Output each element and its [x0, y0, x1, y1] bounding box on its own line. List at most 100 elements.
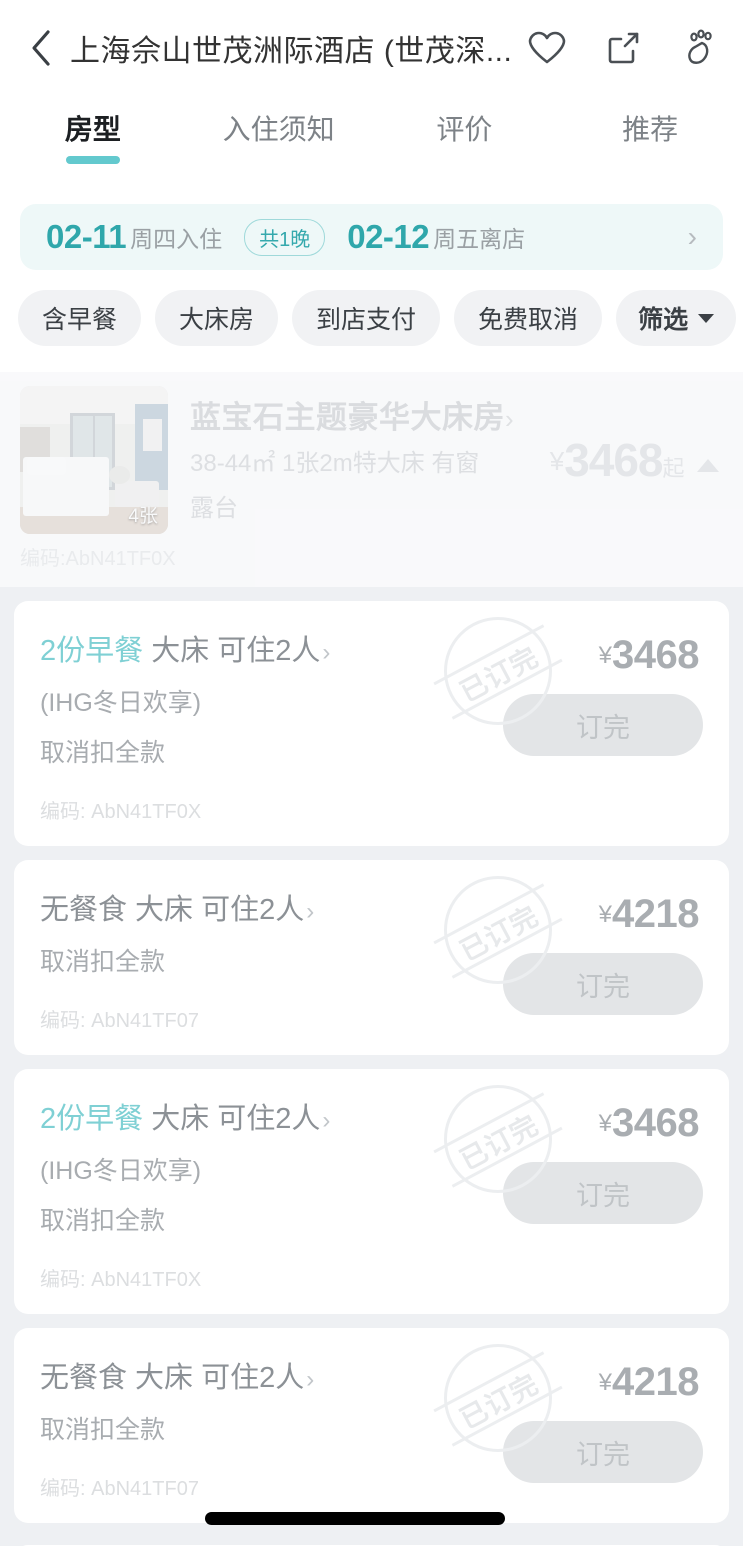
rate-bed: 大床 [151, 635, 210, 667]
rate-details: 无餐食 大床 可住2人› 取消扣全款 编码: AbN41TF07 [40, 1354, 503, 1501]
rate-title-row[interactable]: 2份早餐 大床 可住2人› [40, 1095, 503, 1137]
room-code: 编码:AbN41TF0X [0, 540, 743, 587]
currency-symbol: ¥ [598, 1369, 613, 1396]
sold-out-button: 订完 [503, 1421, 703, 1483]
rate-price: 3468 [612, 1101, 699, 1145]
tab-reviews[interactable]: 评价 [372, 102, 558, 148]
chevron-right-icon: › [306, 1366, 315, 1393]
rate-cancel-policy: 取消扣全款 [40, 948, 166, 976]
date-range-selector[interactable]: 02-11 周四入住 共1晚 02-12 周五离店 › [20, 204, 723, 270]
room-info: 蓝宝石主题豪华大床房› 38-44㎡ 1张2m特大床 有窗 露台 [168, 386, 550, 534]
rate-price-block: ¥3468 [503, 1101, 703, 1146]
sold-out-button: 订完 [503, 694, 703, 756]
rate-price-block: ¥4218 [503, 1360, 703, 1405]
rate-details: 无餐食 大床 可住2人› 取消扣全款 编码: AbN41TF07 [40, 886, 503, 1033]
room-type-header[interactable]: 4张 蓝宝石主题豪华大床房› 38-44㎡ 1张2m特大床 有窗 露台 ¥346… [0, 372, 743, 540]
rate-title-row[interactable]: 无餐食 大床 可住2人› [40, 886, 503, 928]
filter-chip-free-cancel[interactable]: 免费取消 [454, 290, 603, 346]
filter-chip-king-bed[interactable]: 大床房 [155, 290, 279, 346]
rate-price: 3468 [612, 633, 699, 677]
tab-recommend[interactable]: 推荐 [557, 102, 743, 148]
rate-code: 编码: AbN41TF0X [40, 1269, 202, 1291]
header-actions [527, 28, 719, 68]
checkin-date: 02-11 [46, 218, 127, 255]
filter-label: 筛选 [638, 306, 689, 334]
tab-checkin-notice[interactable]: 入住须知 [186, 102, 372, 148]
rate-breakfast: 2份早餐 [40, 635, 144, 667]
rate-action: ¥3468 订完 [503, 627, 703, 824]
rate-action: ¥3468 订完 [503, 1095, 703, 1292]
tab-label: 评价 [436, 114, 493, 145]
filter-chip-pay-at-hotel[interactable]: 到店支付 [292, 290, 441, 346]
share-icon[interactable] [603, 28, 643, 68]
page-title: 上海佘山世茂洲际酒店 (世茂深... [70, 35, 513, 68]
rate-action: ¥4218 订完 [503, 886, 703, 1033]
rate-breakfast: 2份早餐 [40, 1103, 144, 1135]
rate-bed: 无餐食 大床 [40, 894, 194, 926]
photo-count-badge: 4张 [128, 506, 158, 527]
rate-plan-list: 2份早餐 大床 可住2人› (IHG冬日欢享) 取消扣全款 编码: AbN41T… [0, 601, 743, 1523]
rate-price: 4218 [612, 892, 699, 936]
tab-label: 房型 [64, 114, 121, 145]
chevron-right-icon: › [322, 639, 331, 666]
section-tabs-wrap: 房型 入住须知 评价 推荐 [0, 96, 743, 194]
rate-title-row[interactable]: 无餐食 大床 可住2人› [40, 1354, 503, 1396]
nights-badge: 共1晚 [244, 218, 326, 256]
footprint-icon[interactable] [679, 28, 719, 68]
heart-icon[interactable] [527, 28, 567, 68]
filter-chip-breakfast[interactable]: 含早餐 [18, 290, 142, 346]
room-name: 蓝宝石主题豪华大床房 [190, 400, 505, 435]
rate-card[interactable]: 无餐食 大床 可住2人› 取消扣全款 编码: AbN41TF07 ¥4218 订… [14, 1328, 729, 1523]
room-price-block[interactable]: ¥3468起 [550, 433, 723, 487]
filter-chips-row: 含早餐 大床房 到店支付 免费取消 筛选 [0, 290, 743, 372]
rate-occupancy: 可住2人 [201, 1362, 305, 1394]
currency-symbol: ¥ [598, 1110, 613, 1137]
tab-room-types[interactable]: 房型 [0, 102, 186, 148]
rate-details: 2份早餐 大床 可住2人› (IHG冬日欢享) 取消扣全款 编码: AbN41T… [40, 1095, 503, 1292]
rate-card[interactable]: 2份早餐 大床 可住2人› (IHG冬日欢享) 取消扣全款 编码: AbN41T… [14, 1069, 729, 1314]
top-bar: 上海佘山世茂洲际酒店 (世茂深... [0, 0, 743, 96]
rate-promo: (IHG冬日欢享) [40, 689, 202, 717]
rate-promo: (IHG冬日欢享) [40, 1157, 202, 1185]
currency-symbol: ¥ [598, 901, 613, 928]
rate-details: 2份早餐 大床 可住2人› (IHG冬日欢享) 取消扣全款 编码: AbN41T… [40, 627, 503, 824]
rate-price-block: ¥3468 [503, 633, 703, 678]
chevron-right-icon: › [687, 221, 697, 252]
back-icon[interactable] [24, 28, 58, 68]
caret-down-icon [698, 313, 715, 323]
chevron-right-icon: › [505, 404, 515, 434]
redaction-bar [205, 1512, 505, 1525]
rate-card[interactable]: 无餐食 大床 可住2人› 取消扣全款 编码: AbN41TF07 ¥4218 订… [14, 860, 729, 1055]
chevron-right-icon: › [322, 1107, 331, 1134]
rate-cancel-policy: 取消扣全款 [40, 1416, 166, 1444]
rate-card[interactable]: 2份早餐 大床 可住2人› (IHG冬日欢享) 取消扣全款 编码: AbN41T… [14, 601, 729, 846]
sold-out-button: 订完 [503, 1162, 703, 1224]
currency-symbol: ¥ [598, 642, 613, 669]
rate-occupancy: 可住2人 [217, 635, 321, 667]
rate-title-row[interactable]: 2份早餐 大床 可住2人› [40, 627, 503, 669]
rate-cancel-policy: 取消扣全款 [40, 739, 166, 767]
date-bar-wrap: 02-11 周四入住 共1晚 02-12 周五离店 › [0, 194, 743, 290]
room-meta-line-1: 38-44㎡ 1张2m特大床 有窗 [190, 450, 480, 477]
rate-code: 编码: AbN41TF07 [40, 1010, 199, 1032]
room-thumbnail[interactable]: 4张 [20, 386, 168, 534]
room-meta-line-2: 露台 [190, 494, 238, 522]
checkin-weekday: 周四入住 [130, 226, 223, 252]
room-name-row[interactable]: 蓝宝石主题豪华大床房› [190, 392, 550, 437]
checkout-date: 02-12 [347, 218, 430, 255]
rate-occupancy: 可住2人 [217, 1103, 321, 1135]
rate-price-block: ¥4218 [503, 892, 703, 937]
hotel-room-list-screen: 上海佘山世茂洲际酒店 (世茂深... 房型 入住须知 评价 推荐 02-11 周… [0, 0, 743, 1546]
room-price: 3468 [564, 434, 663, 486]
rate-price: 4218 [612, 1360, 699, 1404]
sold-out-button: 订完 [503, 953, 703, 1015]
section-tabs: 房型 入住须知 评价 推荐 [0, 96, 743, 172]
rate-action: ¥4218 订完 [503, 1354, 703, 1501]
rate-bed: 无餐食 大床 [40, 1362, 194, 1394]
rate-occupancy: 可住2人 [201, 894, 305, 926]
chevron-right-icon: › [306, 898, 315, 925]
rate-cancel-policy: 取消扣全款 [40, 1207, 166, 1235]
caret-up-icon[interactable] [697, 459, 719, 472]
rate-code: 编码: AbN41TF0X [40, 801, 202, 823]
filter-button[interactable]: 筛选 [616, 290, 737, 346]
